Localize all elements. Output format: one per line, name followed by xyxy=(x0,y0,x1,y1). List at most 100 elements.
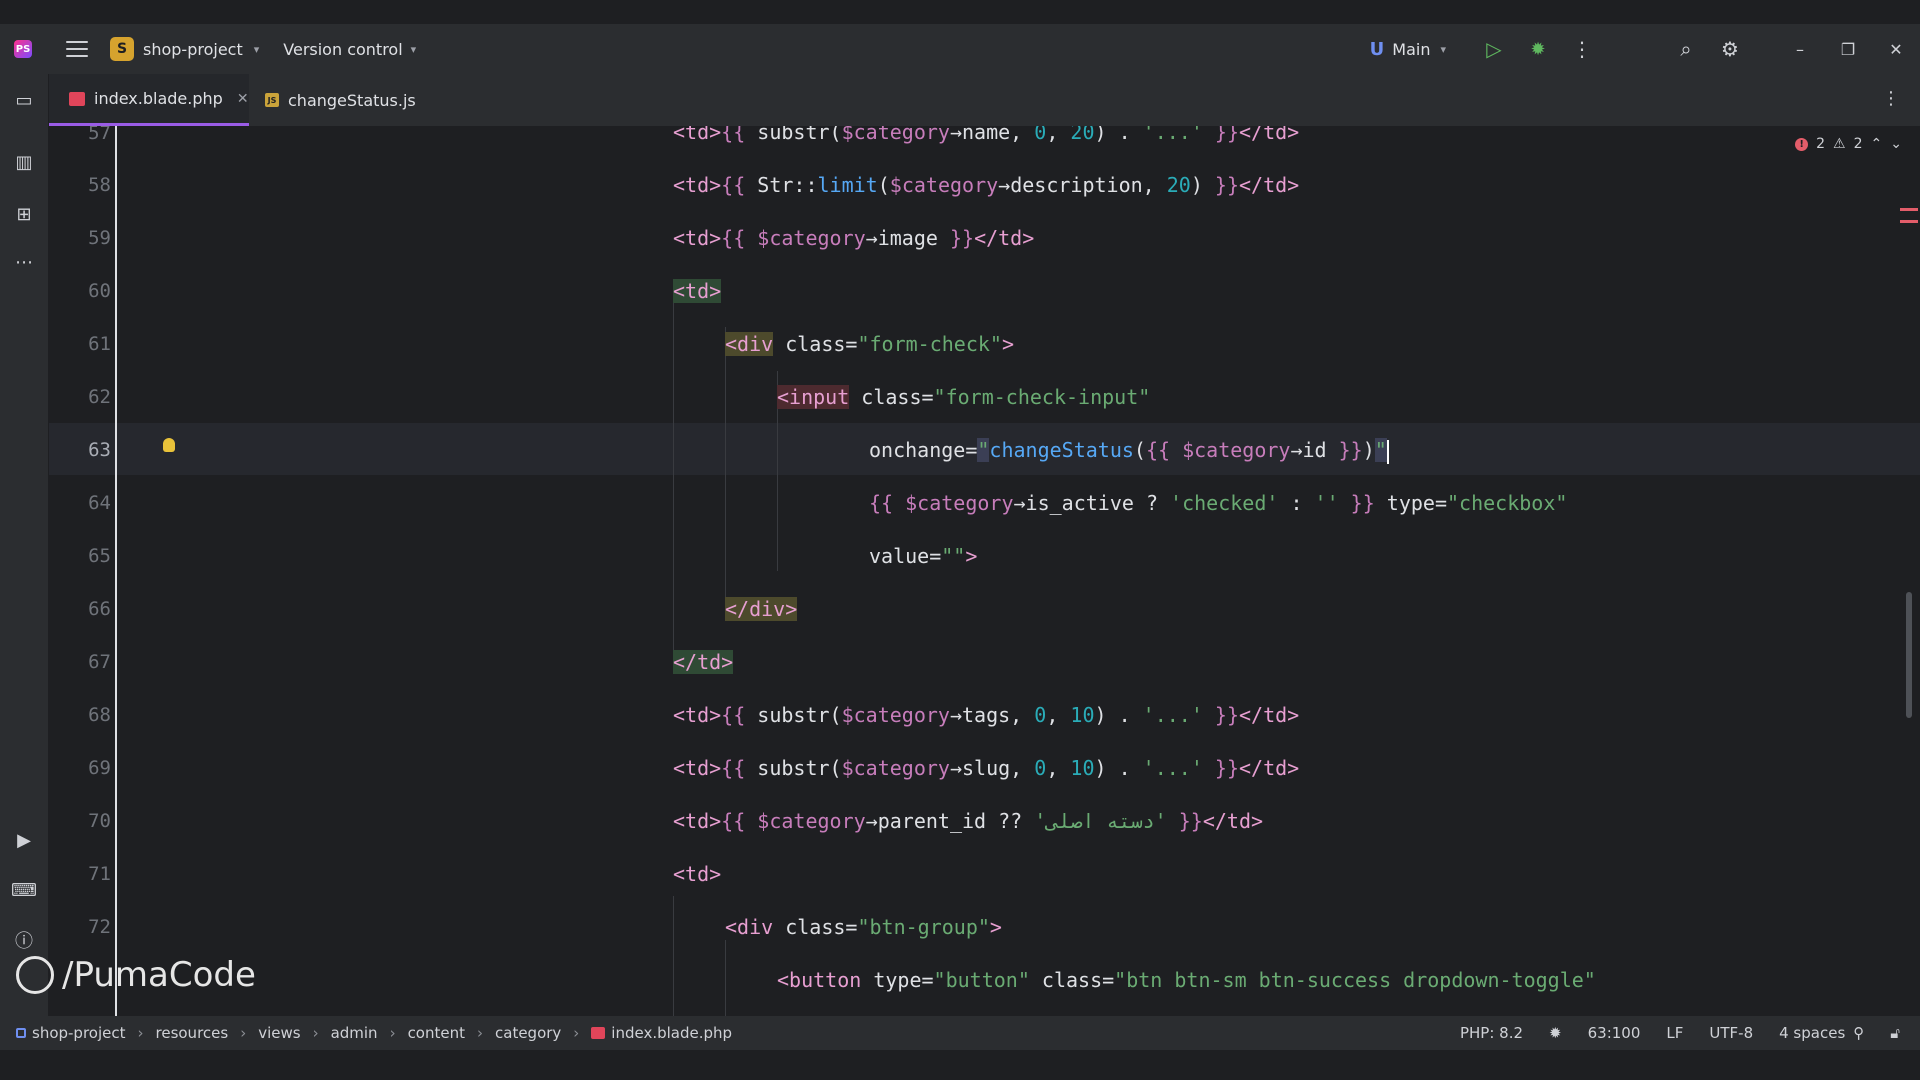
code-token: 'checked' xyxy=(1170,491,1279,515)
code-token: $category xyxy=(841,703,950,727)
more-icon[interactable]: ⋮ xyxy=(1882,88,1900,109)
php-version[interactable]: PHP: 8.2 xyxy=(1460,1024,1523,1042)
breadcrumb-item[interactable]: shop-project xyxy=(16,1024,126,1042)
breadcrumb-item[interactable]: content xyxy=(408,1024,465,1042)
line-number: 65 xyxy=(88,545,111,567)
code-token: " xyxy=(1374,438,1387,462)
code-token: 0 xyxy=(1034,126,1047,144)
code-token: "btn btn-sm btn-success dropdown-toggle" xyxy=(1114,968,1596,992)
breadcrumb-item[interactable]: index.blade.php xyxy=(591,1024,732,1042)
breadcrumb-item[interactable]: category xyxy=(495,1024,561,1042)
code-line-65: value=""> xyxy=(869,543,977,569)
code-token: }} xyxy=(1338,491,1375,515)
run-icon[interactable]: ▷ xyxy=(1472,24,1516,74)
module-icon xyxy=(16,1028,26,1038)
minimize-icon[interactable]: – xyxy=(1776,24,1824,74)
chevron-down-icon: ▾ xyxy=(1440,42,1446,56)
code-token: }} xyxy=(1338,438,1363,462)
line-number: 71 xyxy=(88,863,111,885)
code-token: : xyxy=(1278,491,1315,515)
project-selector[interactable]: S shop-project ▾ xyxy=(110,37,259,61)
code-token: </td> xyxy=(673,650,734,674)
code-token: 20 xyxy=(1166,173,1191,197)
code-token: "checkbox" xyxy=(1447,491,1568,515)
chevron-right-icon: › xyxy=(477,1024,483,1042)
code-token: , xyxy=(1046,703,1071,727)
watermark-text: /PumaCode xyxy=(62,955,256,995)
indent-setting[interactable]: 4 spaces xyxy=(1779,1024,1845,1042)
tab-index-blade[interactable]: index.blade.php ✕ xyxy=(49,74,249,126)
branch-icon: ᑌ xyxy=(1369,38,1385,60)
code-editor[interactable]: 57 58 59 60 61 62 63 64 65 66 67 68 69 7… xyxy=(49,126,1920,1016)
maximize-icon[interactable]: ❐ xyxy=(1824,24,1872,74)
indent-guide xyxy=(725,940,726,1016)
code-token: $category xyxy=(905,491,1014,515)
version-control-menu[interactable]: Version control ▾ xyxy=(283,40,416,59)
code-line-69: <td>{{ substr($category→slug, 0, 10) . '… xyxy=(673,755,1299,781)
code-token: →image xyxy=(865,226,950,250)
code-token: <input xyxy=(777,385,850,409)
vertical-scrollbar[interactable] xyxy=(1906,592,1912,718)
breadcrumb-item[interactable]: admin xyxy=(331,1024,378,1042)
inspection-widget[interactable]: ! 2 ⚠ 2 ⌃ ⌄ xyxy=(1795,136,1902,152)
bug-icon[interactable]: ✹ xyxy=(1549,1024,1562,1042)
caret-position[interactable]: 63:100 xyxy=(1588,1024,1641,1042)
chevron-up-icon[interactable]: ⌃ xyxy=(1871,136,1883,152)
close-icon[interactable]: ✕ xyxy=(237,91,249,107)
code-token: $category xyxy=(889,173,999,197)
breadcrumb-item[interactable]: resources xyxy=(156,1024,229,1042)
services-icon[interactable]: ▶ xyxy=(12,828,36,852)
line-number: 72 xyxy=(88,916,111,938)
app-logo[interactable]: PS xyxy=(14,40,32,58)
problems-icon[interactable]: ⓘ xyxy=(12,928,36,952)
code-token: "button" xyxy=(933,968,1030,992)
error-stripe-mark[interactable] xyxy=(1900,208,1918,211)
code-token: {{ xyxy=(1145,438,1183,462)
code-token: > xyxy=(965,544,978,568)
close-icon[interactable]: ✕ xyxy=(1872,24,1920,74)
channel-watermark: /PumaCode xyxy=(16,955,256,995)
code-token: limit xyxy=(817,173,878,197)
code-token: '...' xyxy=(1142,703,1203,727)
line-separator[interactable]: LF xyxy=(1666,1024,1683,1042)
code-token: type= xyxy=(1374,491,1448,515)
code-token: →id xyxy=(1290,438,1339,462)
plugins-icon[interactable]: ⊞ xyxy=(12,202,36,226)
code-line-67: </td> xyxy=(673,649,734,675)
more-icon[interactable]: ⋮ xyxy=(1560,24,1604,74)
tab-change-status[interactable]: JS changeStatus.js xyxy=(265,74,416,126)
folder-icon[interactable]: ▭ xyxy=(12,88,36,112)
error-stripe-mark[interactable] xyxy=(1900,220,1918,223)
structure-icon[interactable]: ▥ xyxy=(12,150,36,174)
code-token: →tags, xyxy=(949,703,1035,727)
warning-icon: ⚠ xyxy=(1833,136,1846,152)
code-token: "form-check" xyxy=(857,332,1002,356)
search-icon[interactable]: ⌕ xyxy=(1664,24,1708,74)
code-token: <td> xyxy=(673,279,722,303)
settings-icon[interactable]: ⚙ xyxy=(1708,24,1752,74)
line-number: 60 xyxy=(88,280,111,302)
project-badge: S xyxy=(110,37,134,61)
title-bar: PS S shop-project ▾ Version control ▾ ᑌ … xyxy=(0,24,1920,74)
code-token: '...' xyxy=(1142,756,1203,780)
code-token: 20 xyxy=(1070,126,1095,144)
hamburger-icon[interactable] xyxy=(66,41,88,57)
code-token: "btn-group" xyxy=(857,915,990,939)
code-token: <td> xyxy=(673,126,722,144)
lock-icon[interactable]: 🔓︎ xyxy=(1890,1024,1900,1042)
more-tools-icon[interactable]: ⋯ xyxy=(12,250,36,274)
lightbulb-icon[interactable] xyxy=(163,438,175,452)
breadcrumb-item[interactable]: views xyxy=(258,1024,300,1042)
editor-tabs: index.blade.php ✕ JS changeStatus.js ⋮ xyxy=(49,74,1920,127)
code-token: →slug, xyxy=(949,756,1035,780)
debug-icon[interactable]: ✹ xyxy=(1516,24,1560,74)
chevron-down-icon[interactable]: ⌄ xyxy=(1890,136,1902,152)
file-encoding[interactable]: UTF-8 xyxy=(1709,1024,1753,1042)
code-token: $category xyxy=(757,809,866,833)
terminal-icon[interactable]: ⌨ xyxy=(11,878,37,902)
code-token: value= xyxy=(869,544,942,568)
branch-selector[interactable]: ᑌ Main ▾ xyxy=(1370,39,1446,60)
line-number: 57 xyxy=(88,126,111,144)
code-token: Str:: xyxy=(757,173,818,197)
code-token: }} xyxy=(1166,809,1203,833)
